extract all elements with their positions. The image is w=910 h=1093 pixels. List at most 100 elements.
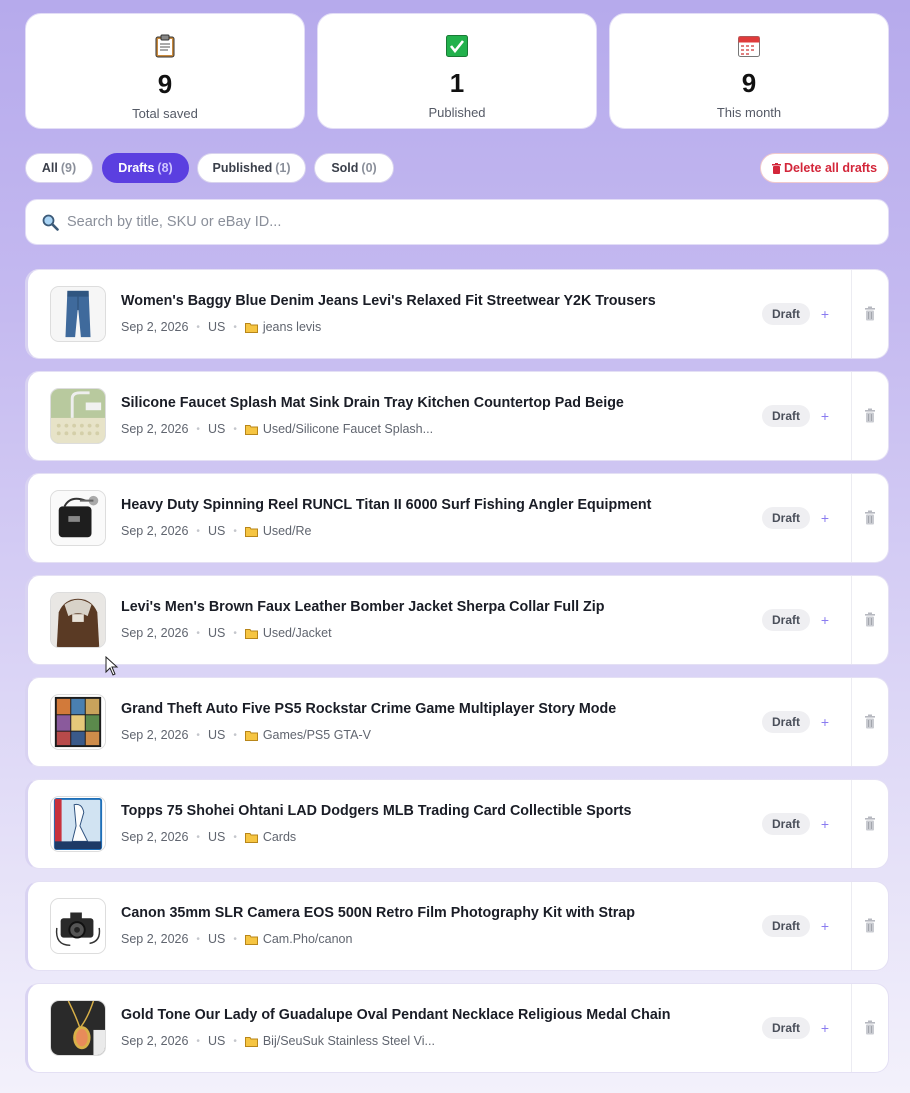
listing-thumbnail [50, 898, 106, 954]
listing-meta: Sep 2, 2026 • US • Used/Silicone Faucet … [121, 422, 433, 436]
trash-icon[interactable] [863, 306, 877, 322]
listing-thumbnail [50, 694, 106, 750]
listing-region: US [207, 1034, 226, 1048]
listing-thumbnail [50, 388, 106, 444]
trash-icon[interactable] [863, 408, 877, 424]
separator-dot: • [233, 729, 237, 741]
listing-thumbnail [50, 796, 106, 852]
divider [851, 270, 852, 358]
listing-folder: Used/Jacket [262, 626, 332, 640]
status-badge: Draft [761, 609, 810, 631]
listing-date: Sep 2, 2026 [121, 320, 189, 334]
divider [851, 678, 852, 766]
listing-row[interactable]: Heavy Duty Spinning Reel RUNCL Titan II … [25, 473, 889, 563]
listing-row[interactable]: Levi's Men's Brown Faux Leather Bomber J… [25, 575, 889, 665]
separator-dot: • [233, 831, 237, 843]
listing-row[interactable]: Gold Tone Our Lady of Guadalupe Oval Pen… [25, 983, 889, 1073]
status-badge: Draft [761, 711, 810, 733]
status-badge: Draft [761, 405, 810, 427]
folder-icon [244, 526, 258, 537]
listing-meta: Sep 2, 2026 • US • Games/PS5 GTA-V [121, 728, 371, 742]
listing-title[interactable]: Gold Tone Our Lady of Guadalupe Oval Pen… [121, 1007, 670, 1023]
separator-dot: • [233, 627, 237, 639]
divider [851, 984, 852, 1072]
listing-title[interactable]: Women's Baggy Blue Denim Jeans Levi's Re… [121, 293, 656, 309]
listing-thumbnail [50, 286, 106, 342]
separator-dot: • [233, 1035, 237, 1047]
listing-title[interactable]: Topps 75 Shohei Ohtani LAD Dodgers MLB T… [121, 803, 632, 819]
listing-date: Sep 2, 2026 [121, 422, 189, 436]
listing-meta: Sep 2, 2026 • US • Bij/SeuSuk Stainless … [121, 1034, 435, 1048]
trash-icon[interactable] [863, 816, 877, 832]
divider [851, 372, 852, 460]
stats-row: 9 Total saved 1 Published 9 This month [25, 13, 889, 129]
delete-all-drafts-button[interactable]: Delete all drafts [760, 153, 889, 183]
separator-dot: • [196, 729, 200, 741]
listing-thumbnail [50, 592, 106, 648]
listing-row[interactable]: Canon 35mm SLR Camera EOS 500N Retro Fil… [25, 881, 889, 971]
trash-icon[interactable] [863, 612, 877, 628]
listing-date: Sep 2, 2026 [121, 626, 189, 640]
separator-dot: • [233, 525, 237, 537]
listing-title[interactable]: Silicone Faucet Splash Mat Sink Drain Tr… [121, 395, 624, 411]
status-badge: Draft [761, 813, 810, 835]
clipboard-icon [153, 34, 177, 58]
add-icon[interactable]: + [818, 1017, 832, 1039]
listing-region: US [207, 626, 226, 640]
tab-label: Drafts [118, 161, 155, 175]
listing-thumbnail [50, 490, 106, 546]
listing-title[interactable]: Canon 35mm SLR Camera EOS 500N Retro Fil… [121, 905, 635, 921]
stat-label: Total saved [132, 106, 198, 121]
status-badge: Draft [761, 303, 810, 325]
listing-title[interactable]: Grand Theft Auto Five PS5 Rockstar Crime… [121, 701, 616, 717]
mouse-cursor-icon [105, 656, 119, 676]
add-icon[interactable]: + [818, 405, 832, 427]
tab-count: (0) [361, 161, 377, 175]
add-icon[interactable]: + [818, 609, 832, 631]
trash-icon[interactable] [863, 918, 877, 934]
listing-row[interactable]: Topps 75 Shohei Ohtani LAD Dodgers MLB T… [25, 779, 889, 869]
status-badge: Draft [761, 1017, 810, 1039]
status-badge: Draft [761, 915, 810, 937]
status-badge: Draft [761, 507, 810, 529]
listing-meta: Sep 2, 2026 • US • Used/Jacket [121, 626, 332, 640]
tab-published[interactable]: Published (1) [197, 153, 306, 183]
stat-value: 9 [157, 69, 173, 99]
tab-sold[interactable]: Sold (0) [314, 153, 394, 183]
separator-dot: • [196, 423, 200, 435]
stat-total-saved: 9 Total saved [25, 13, 305, 129]
trash-icon[interactable] [863, 510, 877, 526]
listing-date: Sep 2, 2026 [121, 932, 189, 946]
filter-tabs: All (9) Drafts (8) Published (1) Sold (0) De… [25, 153, 889, 183]
listing-title[interactable]: Levi's Men's Brown Faux Leather Bomber J… [121, 599, 604, 615]
listing-folder: Used/Re [262, 524, 312, 538]
separator-dot: • [196, 627, 200, 639]
search-input[interactable] [67, 214, 847, 230]
tab-label: All [41, 161, 58, 175]
add-icon[interactable]: + [818, 915, 832, 937]
tab-drafts[interactable]: Drafts (8) [102, 153, 189, 183]
stat-value: 1 [449, 68, 465, 98]
add-icon[interactable]: + [818, 303, 832, 325]
folder-icon [244, 424, 258, 435]
trash-icon[interactable] [863, 1020, 877, 1036]
listing-meta: Sep 2, 2026 • US • Cards [121, 830, 296, 844]
add-icon[interactable]: + [818, 813, 832, 835]
listing-date: Sep 2, 2026 [121, 830, 189, 844]
listing-folder: Cam.Pho/canon [262, 932, 353, 946]
trash-icon[interactable] [863, 714, 877, 730]
listing-date: Sep 2, 2026 [121, 524, 189, 538]
add-icon[interactable]: + [818, 507, 832, 529]
listing-row[interactable]: Grand Theft Auto Five PS5 Rockstar Crime… [25, 677, 889, 767]
separator-dot: • [196, 831, 200, 843]
listing-region: US [207, 932, 226, 946]
listing-row[interactable]: Silicone Faucet Splash Mat Sink Drain Tr… [25, 371, 889, 461]
tab-label: Published [212, 161, 273, 175]
tab-count: (1) [275, 161, 291, 175]
divider [851, 780, 852, 868]
listing-row[interactable]: Women's Baggy Blue Denim Jeans Levi's Re… [25, 269, 889, 359]
tab-all[interactable]: All (9) [25, 153, 93, 183]
folder-icon [244, 628, 258, 639]
listing-title[interactable]: Heavy Duty Spinning Reel RUNCL Titan II … [121, 497, 651, 513]
add-icon[interactable]: + [818, 711, 832, 733]
